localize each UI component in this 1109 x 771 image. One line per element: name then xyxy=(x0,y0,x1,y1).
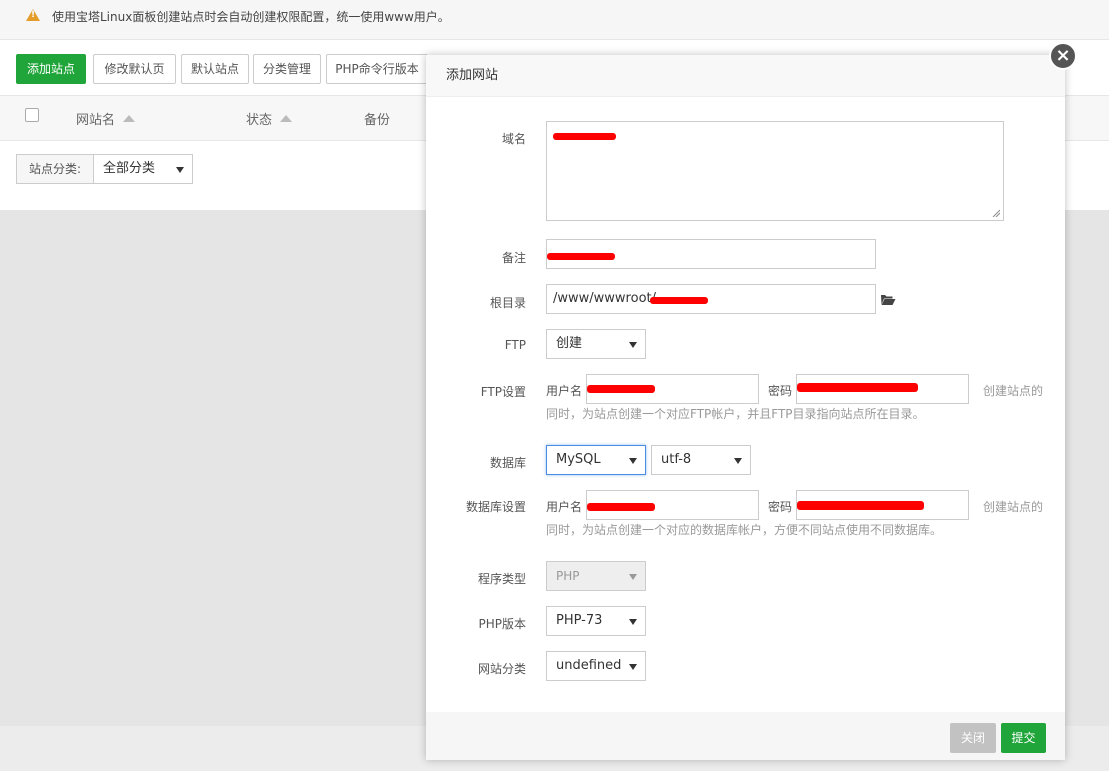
dialog-title: 添加网站 xyxy=(426,55,1065,97)
redaction-mark xyxy=(587,385,655,393)
dialog-footer: 关闭 提交 xyxy=(426,712,1065,760)
db-password-input[interactable] xyxy=(796,490,969,520)
db-hint-right: 创建站点的 xyxy=(983,500,1044,514)
add-site-button[interactable]: 添加站点 xyxy=(16,54,86,84)
php-cli-version-button[interactable]: PHP命令行版本 xyxy=(326,54,428,84)
close-icon[interactable]: × xyxy=(1049,42,1077,70)
root-dir-input[interactable]: /www/wwwroot/ xyxy=(546,284,876,314)
db-password-label: 密码 xyxy=(768,500,793,514)
redaction-mark xyxy=(797,501,924,510)
php-version-label: PHP版本 xyxy=(478,617,527,631)
db-username-input[interactable] xyxy=(586,490,759,520)
program-type-select: PHP xyxy=(546,561,646,591)
column-site-name-label: 网站名 xyxy=(76,113,116,128)
database-type-value: MySQL xyxy=(556,452,601,467)
caret-down-icon xyxy=(629,342,637,348)
domain-textarea[interactable] xyxy=(546,121,1004,221)
category-filter-select[interactable]: 全部分类 xyxy=(93,154,193,184)
redaction-mark xyxy=(797,383,918,392)
db-username-label: 用户名 xyxy=(546,500,583,514)
ftp-username-input[interactable] xyxy=(586,374,759,404)
remark-input[interactable] xyxy=(546,239,876,269)
submit-button[interactable]: 提交 xyxy=(1001,723,1046,753)
program-type-label: 程序类型 xyxy=(477,572,526,586)
modify-default-page-button[interactable]: 修改默认页 xyxy=(93,54,176,84)
domain-label: 域名 xyxy=(501,132,526,146)
category-filter-label: 站点分类: xyxy=(16,154,94,184)
column-site-name[interactable]: 网站名 xyxy=(76,109,136,128)
database-charset-select[interactable]: utf-8 xyxy=(651,445,751,475)
select-all-checkbox[interactable] xyxy=(25,108,39,122)
remark-label: 备注 xyxy=(501,251,526,265)
ftp-label: FTP xyxy=(504,338,526,352)
db-hint-line2: 同时，为站点创建一个对应的数据库帐户，方便不同站点使用不同数据库。 xyxy=(546,523,943,537)
ftp-hint-line2: 同时，为站点创建一个对应FTP帐户，并且FTP目录指向站点所在目录。 xyxy=(546,407,925,421)
category-filter-value: 全部分类 xyxy=(103,161,156,176)
site-category-value: undefined xyxy=(556,658,622,673)
database-type-select[interactable]: MySQL xyxy=(546,445,646,475)
redaction-mark xyxy=(553,133,616,140)
root-dir-label: 根目录 xyxy=(489,296,526,310)
caret-down-icon xyxy=(629,664,637,670)
php-version-value: PHP-73 xyxy=(556,613,603,628)
caret-down-icon xyxy=(734,458,742,464)
ftp-username-label: 用户名 xyxy=(546,384,583,398)
root-dir-value: /www/wwwroot/ xyxy=(553,291,656,306)
database-charset-value: utf-8 xyxy=(661,452,692,467)
program-type-value: PHP xyxy=(556,569,580,583)
column-backup: 备份 xyxy=(364,113,391,128)
close-button[interactable]: 关闭 xyxy=(950,723,996,753)
redaction-mark xyxy=(547,253,615,260)
sort-asc-icon xyxy=(123,115,136,122)
database-settings-label: 数据库设置 xyxy=(465,500,526,514)
redaction-mark xyxy=(587,503,655,511)
php-version-select[interactable]: PHP-73 xyxy=(546,606,646,636)
ftp-select-value: 创建 xyxy=(556,336,583,351)
caret-down-icon xyxy=(629,458,637,464)
caret-down-icon xyxy=(176,167,184,173)
default-site-button[interactable]: 默认站点 xyxy=(181,54,249,84)
column-status[interactable]: 状态 xyxy=(246,109,293,128)
sort-asc-icon xyxy=(280,115,293,122)
site-category-label: 网站分类 xyxy=(477,662,526,676)
warning-icon: ! xyxy=(26,9,40,21)
notice-text: 使用宝塔Linux面板创建站点时会自动创建权限配置，统一使用www用户。 xyxy=(52,10,450,24)
folder-open-icon[interactable] xyxy=(880,293,896,306)
ftp-settings-label: FTP设置 xyxy=(480,385,526,399)
caret-down-icon xyxy=(629,619,637,625)
ftp-password-input[interactable] xyxy=(796,374,969,404)
add-site-dialog: 添加网站 域名 备注 根目录 /www/wwwroot/ FTP 创建 FTP设… xyxy=(426,55,1065,760)
ftp-hint-right: 创建站点的 xyxy=(983,384,1044,398)
caret-down-icon xyxy=(629,574,637,580)
column-status-label: 状态 xyxy=(246,113,273,128)
category-manage-button[interactable]: 分类管理 xyxy=(253,54,321,84)
redaction-mark xyxy=(650,297,708,304)
resize-grip-icon[interactable] xyxy=(992,209,1000,217)
ftp-password-label: 密码 xyxy=(768,384,793,398)
ftp-select[interactable]: 创建 xyxy=(546,329,646,359)
site-category-select[interactable]: undefined xyxy=(546,651,646,681)
database-label: 数据库 xyxy=(489,456,526,470)
notice-bar: ! 使用宝塔Linux面板创建站点时会自动创建权限配置，统一使用www用户。 xyxy=(0,0,1109,40)
